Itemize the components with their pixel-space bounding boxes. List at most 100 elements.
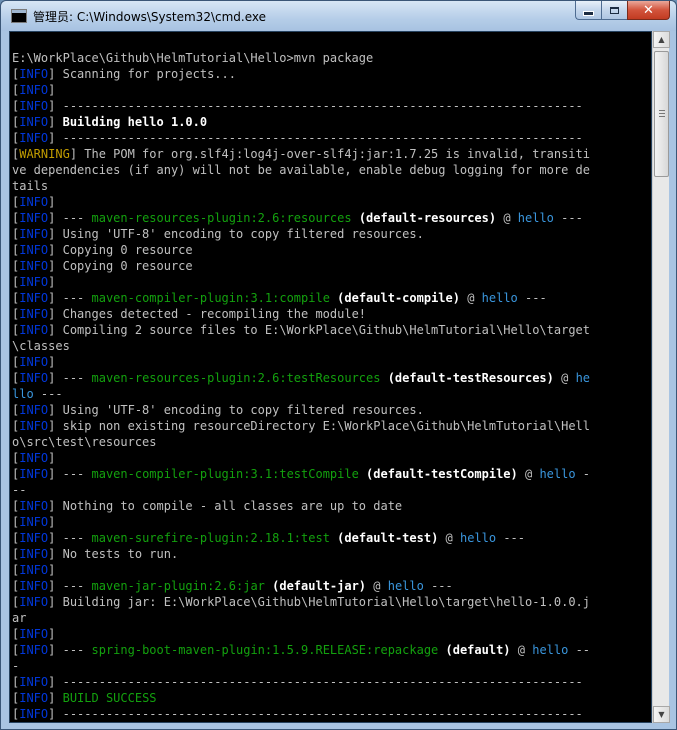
console-text: --- bbox=[517, 291, 547, 305]
console-text: ] Scanning for projects... bbox=[48, 67, 236, 81]
console-text: ] bbox=[48, 515, 56, 529]
console-text: INFO bbox=[19, 323, 49, 337]
vertical-scrollbar[interactable]: ▲ ▼ bbox=[652, 31, 670, 723]
console-line: [INFO] Compiling 2 source files to E:\Wo… bbox=[12, 322, 590, 338]
console-line: [INFO] bbox=[12, 194, 590, 210]
console-text: INFO bbox=[19, 499, 49, 513]
console-text: ] --------------------------------------… bbox=[48, 99, 583, 113]
console-line: E:\WorkPlace\Github\HelmTutorial\Hello>m… bbox=[12, 50, 590, 66]
console-text: (default-testResources) bbox=[380, 371, 554, 385]
console-text: ] --------------------------------------… bbox=[48, 131, 583, 145]
console-text: ] Compiling 2 source files to E:\WorkPla… bbox=[48, 323, 590, 337]
console-text: INFO bbox=[19, 83, 49, 97]
console-text: ] No tests to run. bbox=[48, 547, 179, 561]
console-line: [INFO] ---------------------------------… bbox=[12, 130, 590, 146]
console-output[interactable]: E:\WorkPlace\Github\HelmTutorial\Hello>m… bbox=[9, 31, 652, 723]
console-text: maven-compiler-plugin:3.1:compile bbox=[91, 291, 330, 305]
scroll-thumb[interactable] bbox=[654, 51, 669, 177]
console-text: hello bbox=[481, 291, 518, 305]
scroll-up-button[interactable]: ▲ bbox=[653, 31, 670, 48]
console-text: - bbox=[12, 659, 20, 673]
title-bar[interactable]: 管理员: C:\Windows\System32\cmd.exe ✕ bbox=[1, 1, 676, 31]
close-button[interactable]: ✕ bbox=[627, 1, 670, 20]
console-text: ] Copying 0 resource bbox=[48, 243, 193, 257]
console-text: INFO bbox=[19, 579, 49, 593]
console-text: ] Using 'UTF-8' encoding to copy filtere… bbox=[48, 227, 424, 241]
console-text: @ bbox=[510, 643, 533, 657]
console-text: INFO bbox=[19, 595, 49, 609]
grip-line bbox=[659, 116, 665, 117]
console-text: - bbox=[575, 467, 591, 481]
console-text: maven-jar-plugin:2.6:jar bbox=[91, 579, 265, 593]
console-line: llo --- bbox=[12, 386, 590, 402]
console-text: he bbox=[575, 371, 591, 385]
console-text: ] Nothing to compile - all classes are u… bbox=[48, 499, 403, 513]
console-line: [INFO] --- maven-jar-plugin:2.6:jar (def… bbox=[12, 578, 590, 594]
console-text: @ bbox=[459, 291, 482, 305]
console-text: INFO bbox=[19, 403, 49, 417]
console-text: ] --- bbox=[48, 467, 92, 481]
console-text: (default-test) bbox=[329, 531, 439, 545]
console-line: [INFO] Changes detected - recompiling th… bbox=[12, 306, 590, 322]
console-text: ] Using 'UTF-8' encoding to copy filtere… bbox=[48, 403, 424, 417]
console-text: -- bbox=[568, 643, 591, 657]
console-text: ] Building jar: E:\WorkPlace\Github\Helm… bbox=[48, 595, 590, 609]
console-line: tails bbox=[12, 178, 590, 194]
console-text: ] The POM for org.slf4j:log4j-over-slf4j… bbox=[69, 147, 590, 161]
console-line: o\src\test\resources bbox=[12, 434, 590, 450]
console-text: spring-boot-maven-plugin:1.5.9.RELEASE:r… bbox=[91, 643, 439, 657]
console-line: ar bbox=[12, 610, 590, 626]
close-icon: ✕ bbox=[643, 2, 654, 18]
triangle-up-icon: ▲ bbox=[658, 35, 665, 44]
console-line: [INFO] bbox=[12, 514, 590, 530]
console-text: ] bbox=[48, 691, 63, 705]
console-line: [INFO] Using 'UTF-8' encoding to copy fi… bbox=[12, 226, 590, 242]
console-text: WARNING bbox=[19, 147, 70, 161]
console-text: BUILD SUCCESS bbox=[62, 691, 157, 705]
console-line: [INFO] bbox=[12, 354, 590, 370]
console-text: INFO bbox=[19, 675, 49, 689]
console-text: INFO bbox=[19, 227, 49, 241]
console-line: [INFO] Using 'UTF-8' encoding to copy fi… bbox=[12, 402, 590, 418]
console-line: [INFO] --- maven-compiler-plugin:3.1:tes… bbox=[12, 466, 590, 482]
console-line: [INFO] --- maven-surefire-plugin:2.18.1:… bbox=[12, 530, 590, 546]
console-text: @ bbox=[517, 467, 540, 481]
console-line: [INFO] ---------------------------------… bbox=[12, 98, 590, 114]
console-line: ve dependencies (if any) will not be ava… bbox=[12, 162, 590, 178]
console-line: -- bbox=[12, 482, 590, 498]
console-text: ] Changes detected - recompiling the mod… bbox=[48, 307, 367, 321]
console-line: - bbox=[12, 658, 590, 674]
console-line: [INFO] --- maven-resources-plugin:2.6:re… bbox=[12, 210, 590, 226]
maximize-button[interactable] bbox=[601, 1, 627, 20]
console-text: INFO bbox=[19, 259, 49, 273]
console-text: INFO bbox=[19, 275, 49, 289]
console-text: ] bbox=[48, 275, 56, 289]
console-text: INFO bbox=[19, 355, 49, 369]
caption-buttons: ✕ bbox=[575, 1, 670, 21]
console-line: [INFO] bbox=[12, 562, 590, 578]
console-text: (default-testCompile) bbox=[358, 467, 518, 481]
console-text: llo bbox=[12, 387, 34, 401]
console-text: E:\WorkPlace\Github\HelmTutorial\Hello>m… bbox=[12, 51, 374, 65]
minimize-button[interactable] bbox=[575, 1, 601, 20]
console-text: INFO bbox=[19, 563, 49, 577]
console-text: -- bbox=[12, 483, 27, 497]
console-text: INFO bbox=[19, 211, 49, 225]
console-line: [INFO] Scanning for projects... bbox=[12, 66, 590, 82]
console-text: ] skip non existing resourceDirectory E:… bbox=[48, 419, 590, 433]
console-text: ] --- bbox=[48, 643, 92, 657]
scroll-down-button[interactable]: ▼ bbox=[653, 706, 670, 723]
console-text: hello bbox=[539, 467, 576, 481]
console-text: ] bbox=[48, 563, 56, 577]
window-title: 管理员: C:\Windows\System32\cmd.exe bbox=[33, 10, 266, 24]
console-text: --- bbox=[423, 579, 453, 593]
console-text: @ bbox=[438, 531, 460, 545]
console-text: \classes bbox=[12, 339, 70, 353]
cmd-app-icon[interactable] bbox=[11, 9, 27, 23]
console-line: [INFO] Building jar: E:\WorkPlace\Github… bbox=[12, 594, 590, 610]
console-line: [INFO] ---------------------------------… bbox=[12, 674, 590, 690]
console-text: INFO bbox=[19, 531, 49, 545]
console-text: INFO bbox=[19, 131, 49, 145]
console-text: --- bbox=[553, 211, 583, 225]
console-text: INFO bbox=[19, 371, 49, 385]
